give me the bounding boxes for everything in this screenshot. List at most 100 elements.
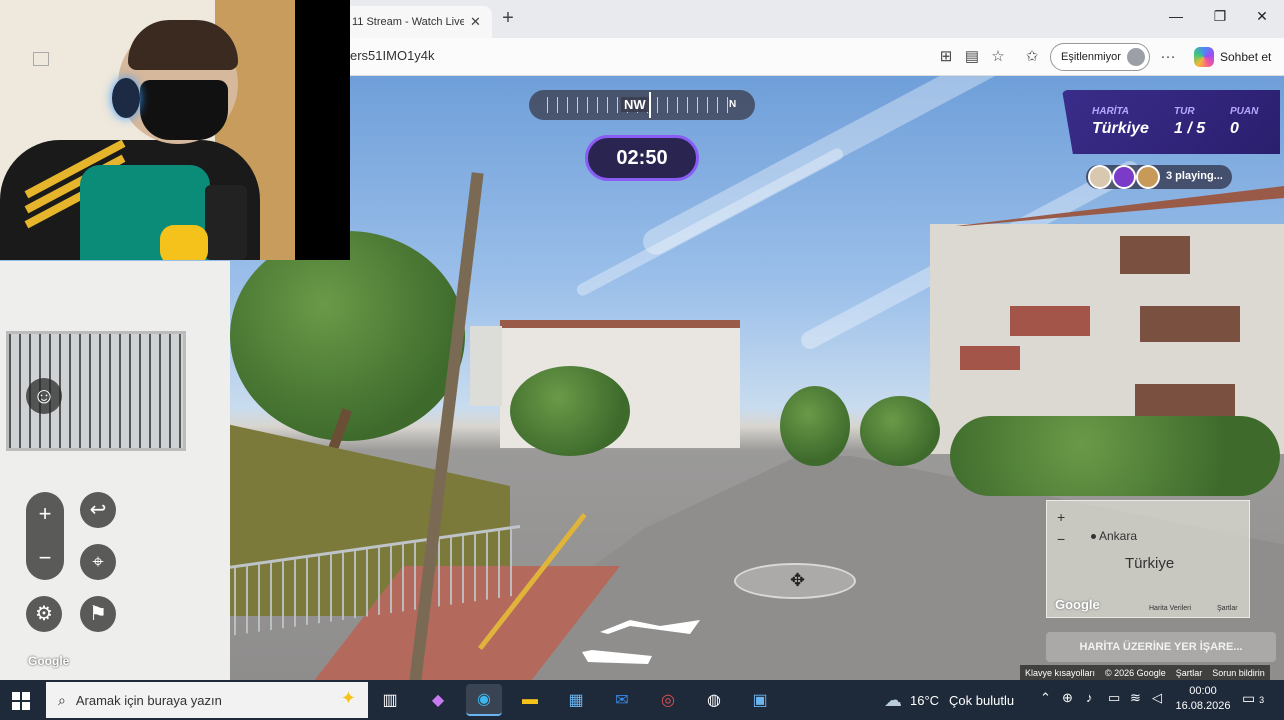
weather-widget[interactable]: ☁ 16°C Çok bulutlu (884, 690, 1014, 711)
arrow-forward-shape (600, 620, 700, 634)
cam-person-mask (140, 80, 228, 140)
file-explorer-icon[interactable]: ▬ (512, 684, 548, 716)
reader-mode-icon[interactable]: ▤ (962, 47, 982, 67)
chevron-up-icon[interactable]: ⌃ (1040, 690, 1051, 706)
more-menu-button[interactable]: ··· (1158, 47, 1178, 67)
battery-icon[interactable]: ▭ (1108, 690, 1120, 706)
close-window-button[interactable]: ✕ (1250, 8, 1274, 25)
volume-icon[interactable]: ◁ (1152, 690, 1162, 706)
copilot-label: Sohbet et (1220, 50, 1272, 64)
compass-north: N (729, 99, 737, 110)
app-game-icon[interactable]: ◍ (696, 684, 732, 716)
navigation-ring[interactable]: ✥ (734, 563, 856, 599)
wall-switch (33, 52, 49, 66)
balcony (1010, 306, 1090, 336)
zoom-out-button[interactable]: − (26, 536, 64, 580)
emote-button[interactable]: ☺ (26, 378, 62, 414)
player-avatar (1088, 165, 1112, 189)
maximize-button[interactable]: ❐ (1208, 8, 1232, 25)
player-avatar (1112, 165, 1136, 189)
system-clock[interactable]: 00:00 16.08.2026 (1172, 684, 1234, 714)
address-bar[interactable]: ers51IMO1y4k (350, 48, 435, 63)
terms-link[interactable]: Şartlar (1171, 668, 1208, 678)
map-label: HARİTA (1092, 106, 1130, 117)
window (1135, 384, 1235, 418)
notification-count: 3 (1259, 695, 1265, 705)
copyright-text: © 2026 Google (1105, 667, 1166, 678)
mail-icon[interactable]: ✉ (604, 684, 640, 716)
keyboard-shortcuts-link[interactable]: Klavye kısayolları (1020, 668, 1100, 678)
toy-duck (160, 225, 208, 260)
start-button[interactable] (12, 692, 30, 710)
taskbar-search[interactable]: ⌕ Aramak için buraya yazın ✦ (46, 682, 368, 718)
weather-text: Çok bulutlu (949, 693, 1015, 708)
compass-center (649, 92, 651, 118)
store-icon[interactable]: ▦ (558, 684, 594, 716)
guess-minimap[interactable]: + − Ankara Türkiye Google Harita Veriler… (1046, 500, 1250, 618)
roof (500, 320, 740, 328)
flag-button[interactable]: ⚑ (80, 596, 116, 632)
compass: NW N (529, 90, 755, 120)
copilot-button[interactable]: Sohbet et (1194, 47, 1271, 67)
browser-tab[interactable]: 11 Stream - Watch Live ✕ (340, 6, 492, 38)
navigation-arrow-forward[interactable] (600, 620, 700, 640)
app-photo-icon[interactable]: ▣ (742, 684, 778, 716)
round-label: TUR (1174, 106, 1195, 117)
undo-button[interactable]: ↩ (80, 492, 116, 528)
streetview-google-logo: Google (28, 654, 70, 668)
favorite-star-icon[interactable]: ☆ (988, 47, 1008, 67)
search-placeholder: Aramak için buraya yazın (75, 692, 222, 708)
map-data-link[interactable]: Harita Verileri (1149, 605, 1191, 612)
tree (780, 386, 850, 466)
search-highlight-icon: ✦ (340, 688, 356, 708)
favorites-icon[interactable]: ✩ (1022, 47, 1042, 67)
minimap-zoom-out-button[interactable]: − (1057, 531, 1065, 547)
report-problem-link[interactable]: Sorun bildirin (1207, 668, 1270, 678)
close-tab-icon[interactable]: ✕ (470, 14, 481, 30)
minimap-google-logo: Google (1055, 597, 1100, 612)
round-timer: 02:50 (585, 135, 699, 181)
zoom-in-button[interactable]: + (26, 492, 64, 536)
player-avatar (1136, 165, 1160, 189)
app-record-icon[interactable]: ◎ (650, 684, 686, 716)
edge-browser-icon[interactable]: ◉ (466, 684, 502, 716)
notification-icon: ▭ (1242, 690, 1256, 706)
clock-time: 00:00 (1189, 685, 1217, 697)
windows-taskbar: ⌕ Aramak için buraya yazın ✦ ▥ ◆ ◉ ▬ ▦ ✉… (0, 680, 1284, 720)
clock-date: 16.08.2026 (1175, 700, 1231, 712)
wifi-icon[interactable]: ≋ (1130, 690, 1141, 706)
minimize-button[interactable]: — (1164, 8, 1188, 24)
profile-sync-button[interactable]: Eşitlenmiyor (1050, 43, 1150, 71)
round-value: 1 / 5 (1174, 120, 1206, 137)
network-status-icon[interactable]: ⊕ (1062, 690, 1073, 706)
building (470, 326, 502, 406)
search-icon: ⌕ (58, 691, 66, 708)
map-value: Türkiye (1092, 120, 1149, 137)
settings-button[interactable]: ⚙ (26, 596, 62, 632)
notifications-button[interactable]: ▭ 3 (1242, 690, 1264, 707)
players-indicator[interactable]: 3 playing... (1086, 165, 1232, 189)
weather-temp: 16°C (910, 693, 940, 708)
copilot-icon (1194, 47, 1214, 67)
players-count: 3 playing... (1166, 170, 1223, 182)
compass-heading: NW (621, 97, 649, 112)
task-view-icon[interactable]: ▥ (372, 684, 408, 716)
minimap-terms-link[interactable]: Şartlar (1217, 605, 1238, 612)
tree (860, 396, 940, 466)
city-marker (1091, 534, 1096, 539)
minimap-zoom-in-button[interactable]: + (1057, 509, 1065, 525)
grid-apps-icon[interactable]: ⊞ (936, 47, 956, 67)
window (1120, 236, 1190, 274)
navigation-arrow-back[interactable] (582, 650, 652, 666)
cam-person-hair (128, 20, 238, 70)
guess-button[interactable]: HARİTA ÜZERİNE YER İŞARE... (1046, 632, 1276, 662)
new-tab-button[interactable]: + (496, 6, 520, 30)
microphone-icon[interactable]: ♪ (1086, 690, 1093, 705)
copilot-app-icon[interactable]: ◆ (420, 684, 456, 716)
cloud-icon: ☁ (884, 690, 902, 710)
return-to-start-button[interactable]: ⌖ (80, 544, 116, 580)
hedge (950, 416, 1280, 496)
screen: 11 Stream - Watch Live ✕ + — ❐ ✕ ers51IM… (0, 0, 1284, 720)
avatar (1127, 48, 1145, 66)
balcony (960, 346, 1020, 370)
